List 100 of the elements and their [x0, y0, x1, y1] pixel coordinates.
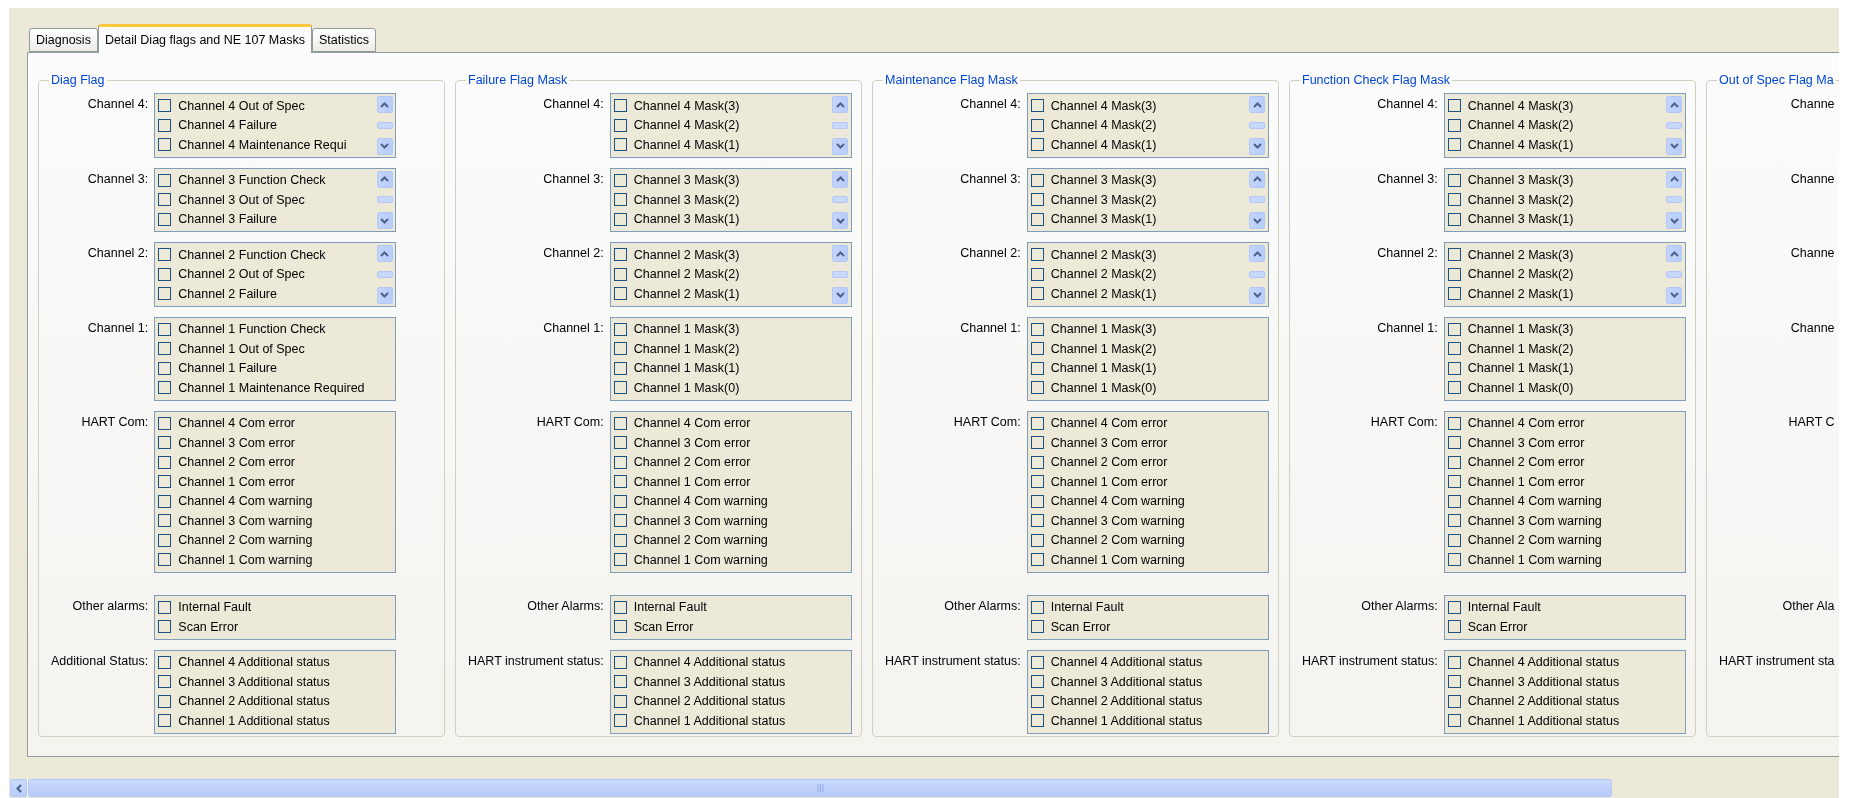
- checkbox[interactable]: [1030, 655, 1044, 669]
- checkbox[interactable]: [613, 193, 627, 207]
- checkbox[interactable]: [613, 600, 627, 614]
- checkbox[interactable]: [613, 436, 627, 450]
- checkbox[interactable]: [1447, 287, 1461, 301]
- checkbox-list[interactable]: Channel 4 Additional status Channel 3 Additional status Channel 2 Additional status Channel 1 Additional status: [1443, 649, 1686, 734]
- scroll-thumb[interactable]: [1249, 270, 1266, 278]
- checkbox[interactable]: [158, 267, 172, 281]
- checkbox-list[interactable]: Channel 4 Additional status Channel 3 Additional status Channel 2 Additional status Channel 1 Additional status: [1026, 649, 1269, 734]
- checkbox[interactable]: [158, 118, 172, 132]
- checkbox[interactable]: [1447, 173, 1461, 187]
- checkbox[interactable]: [1447, 620, 1461, 634]
- checkbox[interactable]: [1447, 475, 1461, 489]
- checkbox[interactable]: [613, 655, 627, 669]
- scroll-up-button[interactable]: [1249, 245, 1266, 262]
- checkbox[interactable]: [1447, 694, 1461, 708]
- checkbox[interactable]: [158, 322, 172, 336]
- checkbox-list[interactable]: Channel 4 Additional status Channel 3 Additional status Channel 2 Additional status Channel 1 Additional status: [154, 649, 397, 734]
- checkbox[interactable]: [158, 173, 172, 187]
- checkbox[interactable]: [1447, 118, 1461, 132]
- scroll-thumb[interactable]: [376, 196, 393, 204]
- checkbox[interactable]: [1030, 99, 1044, 113]
- checkbox[interactable]: [613, 361, 627, 375]
- checkbox[interactable]: [1030, 455, 1044, 469]
- scroll-thumb[interactable]: [376, 121, 393, 129]
- checkbox[interactable]: [613, 342, 627, 356]
- checkbox[interactable]: [1030, 675, 1044, 689]
- checkbox[interactable]: [1030, 694, 1044, 708]
- checkbox[interactable]: [158, 475, 172, 489]
- scroll-thumb[interactable]: [376, 270, 393, 278]
- checkbox[interactable]: [1030, 514, 1044, 528]
- checkbox[interactable]: [158, 694, 172, 708]
- checkbox-list[interactable]: Internal Fault Scan Error: [609, 594, 852, 640]
- checkbox[interactable]: [1030, 342, 1044, 356]
- scroll-up-button[interactable]: [376, 96, 393, 113]
- checkbox[interactable]: [613, 248, 627, 262]
- checkbox[interactable]: [158, 342, 172, 356]
- checkbox[interactable]: [1447, 533, 1461, 547]
- checkbox[interactable]: [613, 533, 627, 547]
- scroll-thumb[interactable]: [1666, 121, 1683, 129]
- scroll-down-button[interactable]: [376, 286, 393, 304]
- checkbox[interactable]: [1447, 267, 1461, 281]
- checkbox-list[interactable]: Channel 4 Com error Channel 3 Com error Channel 2 Com error Channel 1 Com error Channel 4 Com warning Channel 3 Com warning Channel 2 Com warning Channel 1 Com warning: [1026, 410, 1269, 573]
- checkbox[interactable]: [1447, 714, 1461, 728]
- checkbox[interactable]: [1447, 655, 1461, 669]
- checkbox[interactable]: [1447, 361, 1461, 375]
- scroll-thumb[interactable]: [1249, 196, 1266, 204]
- checkbox[interactable]: [613, 514, 627, 528]
- checkbox[interactable]: [1447, 248, 1461, 262]
- checkbox[interactable]: [1447, 342, 1461, 356]
- scroll-down-button[interactable]: [1249, 137, 1266, 155]
- checkbox-list[interactable]: Channel 1 Mask(3) Channel 1 Mask(2) Channel 1 Mask(1) Channel 1 Mask(0): [1026, 316, 1269, 401]
- checkbox[interactable]: [158, 193, 172, 207]
- scroll-up-button[interactable]: [1666, 96, 1683, 113]
- checkbox[interactable]: [158, 436, 172, 450]
- checkbox[interactable]: [158, 514, 172, 528]
- checkbox[interactable]: [1030, 267, 1044, 281]
- checkbox[interactable]: [1030, 494, 1044, 508]
- scroll-up-button[interactable]: [1666, 245, 1683, 262]
- scroll-up-button[interactable]: [376, 245, 393, 262]
- checkbox-list[interactable]: Internal Fault Scan Error: [154, 594, 397, 640]
- checkbox[interactable]: [613, 322, 627, 336]
- checkbox[interactable]: [1030, 475, 1044, 489]
- checkbox-list[interactable]: Channel 2 Function Check Channel 2 Out of Spec Channel 2 Failure: [154, 242, 397, 307]
- checkbox[interactable]: [613, 173, 627, 187]
- scroll-down-button[interactable]: [1666, 286, 1683, 304]
- scroll-down-button[interactable]: [376, 137, 393, 155]
- scroll-thumb[interactable]: [832, 196, 849, 204]
- checkbox[interactable]: [158, 416, 172, 430]
- checkbox[interactable]: [1030, 322, 1044, 336]
- checkbox[interactable]: [1447, 416, 1461, 430]
- checkbox[interactable]: [1447, 99, 1461, 113]
- checkbox-list[interactable]: Channel 4 Additional status Channel 3 Additional status Channel 2 Additional status Channel 1 Additional status: [609, 649, 852, 734]
- checkbox[interactable]: [158, 675, 172, 689]
- checkbox[interactable]: [613, 416, 627, 430]
- checkbox[interactable]: [1447, 675, 1461, 689]
- checkbox[interactable]: [1030, 381, 1044, 395]
- checkbox-list[interactable]: Channel 4 Com error Channel 3 Com error Channel 2 Com error Channel 1 Com error Channel 4 Com warning Channel 3 Com warning Channel 2 Com warning Channel 1 Com warning: [609, 410, 852, 573]
- checkbox[interactable]: [1447, 212, 1461, 226]
- checkbox[interactable]: [1447, 322, 1461, 336]
- checkbox[interactable]: [613, 620, 627, 634]
- checkbox[interactable]: [158, 248, 172, 262]
- scroll-down-button[interactable]: [1666, 212, 1683, 229]
- scroll-up-button[interactable]: [832, 96, 849, 113]
- scroll-thumb[interactable]: [1666, 196, 1683, 204]
- checkbox[interactable]: [158, 714, 172, 728]
- checkbox[interactable]: [158, 494, 172, 508]
- checkbox-list[interactable]: Channel 1 Mask(3) Channel 1 Mask(2) Channel 1 Mask(1) Channel 1 Mask(0): [609, 316, 852, 401]
- checkbox-list[interactable]: Channel 4 Mask(3) Channel 4 Mask(2) Channel 4 Mask(1): [1026, 93, 1269, 158]
- checkbox[interactable]: [1030, 416, 1044, 430]
- checkbox[interactable]: [613, 494, 627, 508]
- scroll-down-button[interactable]: [1666, 137, 1683, 155]
- scroll-up-button[interactable]: [1249, 170, 1266, 188]
- checkbox-list[interactable]: Channel 4 Com error Channel 3 Com error Channel 2 Com error Channel 1 Com error Channel 4 Com warning Channel 3 Com warning Channel 2 Com warning Channel 1 Com warning: [154, 410, 397, 573]
- checkbox[interactable]: [1030, 138, 1044, 152]
- scroll-thumb[interactable]: [1666, 270, 1683, 278]
- checkbox[interactable]: [1030, 714, 1044, 728]
- checkbox[interactable]: [1030, 193, 1044, 207]
- scroll-down-button[interactable]: [832, 137, 849, 155]
- checkbox[interactable]: [613, 99, 627, 113]
